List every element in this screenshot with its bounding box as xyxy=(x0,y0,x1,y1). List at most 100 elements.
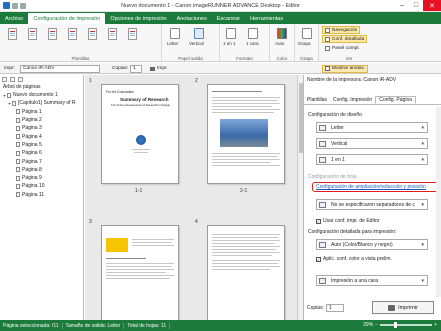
tree-page[interactable]: Página 6 xyxy=(0,149,83,157)
settings-tabs: Plantillas Config. Impresión Config. Pág… xyxy=(304,96,441,105)
tree-page-label: Página 2 xyxy=(22,117,42,124)
text-line xyxy=(212,240,280,241)
copias-input[interactable]: 1 xyxy=(130,64,142,73)
tab-config-pagina[interactable]: Config. Página xyxy=(375,96,417,104)
navegacion-button[interactable]: Navegación xyxy=(322,26,361,34)
tree-page[interactable]: Página 3 xyxy=(0,124,83,132)
page-thumbnail-4[interactable] xyxy=(207,225,285,320)
en1-label[interactable]: 1 en 1 xyxy=(223,41,236,46)
tab-plantillas[interactable]: Plantillas xyxy=(304,96,330,104)
orientation-icon[interactable] xyxy=(194,28,204,39)
add-chapter-icon[interactable] xyxy=(18,76,23,82)
expand-icon[interactable] xyxy=(2,76,7,82)
auto-label[interactable]: Auto xyxy=(275,41,284,46)
close-button[interactable]: ✕ xyxy=(423,0,441,11)
template-thumb-icon[interactable] xyxy=(8,28,17,40)
impr-button[interactable]: Impr. xyxy=(148,65,170,73)
tree-chapter[interactable]: ▾ [Capítulo1] Summary of R xyxy=(0,99,83,107)
tree-root[interactable]: ▾ Nuevo documento 1 xyxy=(0,91,83,99)
vertical-label[interactable]: Vertical xyxy=(189,41,204,46)
orientation-icon xyxy=(319,141,326,147)
page-thumbnail-3[interactable] xyxy=(101,225,179,320)
text-line xyxy=(212,255,272,256)
staple-icon[interactable] xyxy=(302,28,312,39)
paper-icon[interactable] xyxy=(170,28,180,39)
tab-config-impresion[interactable]: Config. Impresión xyxy=(330,96,375,104)
preview-area[interactable]: 1 2 For Art Corporation Summary of Resea… xyxy=(85,75,303,320)
maximize-button[interactable]: □ xyxy=(409,0,423,11)
printer-select[interactable]: Canon iR-ADV xyxy=(20,64,100,73)
print-toolbar: Impr: Canon iR-ADV Copias: 1 Impr. Mostr… xyxy=(0,63,441,74)
menu-tab-opciones[interactable]: Opciones de impresión xyxy=(105,13,171,24)
template-thumb-icon[interactable] xyxy=(88,28,97,40)
zoom-out-icon[interactable]: − xyxy=(375,322,378,328)
checkbox-icon: ✓ xyxy=(316,256,321,262)
print-button[interactable]: Imprimir xyxy=(372,301,434,314)
text-line xyxy=(212,153,280,154)
zoom-slider[interactable] xyxy=(380,322,433,328)
copias-input[interactable]: 1 xyxy=(325,304,344,312)
user-conf-checkbox[interactable]: ✓ Usar conf. impr. de Editor xyxy=(316,218,379,224)
color-icon xyxy=(319,242,326,248)
conf-detallada-button[interactable]: Conf. detallada xyxy=(322,35,368,43)
page-thumbnail-2[interactable] xyxy=(207,84,285,184)
page-icon xyxy=(16,192,20,198)
tree-root-label: Nuevo documento 1 xyxy=(13,92,58,99)
color-mode-select[interactable]: Auto (Color/Blanco y negro) ▾ xyxy=(316,239,428,250)
zoom-in-icon[interactable]: + xyxy=(434,322,437,328)
printer-name[interactable]: Nombre de la impresora: Canon iR-ADV xyxy=(307,77,396,83)
duplex-select[interactable]: Impresión a una cara ▾ xyxy=(316,275,428,286)
orientation-select[interactable]: Vertical ▾ xyxy=(316,138,428,149)
tree-page[interactable]: Página 1 xyxy=(0,108,83,116)
menu-tab-anotaciones[interactable]: Anotaciones xyxy=(172,13,212,24)
tree-page[interactable]: Página 8 xyxy=(0,166,83,174)
tree-page[interactable]: Página 11 xyxy=(0,191,83,199)
layout-select[interactable]: 1 en 1 ▾ xyxy=(316,154,428,165)
save-icon[interactable] xyxy=(12,2,18,9)
grapa-label[interactable]: Grapa xyxy=(298,41,311,46)
mostrar-anotaciones-button[interactable]: Mostrar anotac. xyxy=(322,64,369,73)
settings-pane: Nombre de la impresora: Canon iR-ADV Pla… xyxy=(303,75,441,320)
zoom-slider-knob[interactable] xyxy=(394,322,398,328)
text-line xyxy=(212,106,272,107)
template-thumb-icon[interactable] xyxy=(108,28,117,40)
minimize-button[interactable]: – xyxy=(395,0,409,11)
color-icon[interactable] xyxy=(277,28,287,39)
menu-tab-escanear[interactable]: Escanear xyxy=(212,13,245,24)
printer-icon xyxy=(388,304,396,311)
layout-icon[interactable] xyxy=(226,28,236,39)
paper-select[interactable]: Letter ▾ xyxy=(316,122,428,133)
text-line xyxy=(106,275,174,276)
panel-compl-button[interactable]: Panel compl. xyxy=(322,44,363,52)
duplex-icon[interactable] xyxy=(248,28,258,39)
template-thumb-icon[interactable] xyxy=(68,28,77,40)
text-line xyxy=(106,258,146,259)
impr-label: Impr: xyxy=(4,66,15,71)
menu-tab-herramientas[interactable]: Herramientas xyxy=(245,13,288,24)
tree-page[interactable]: Página 5 xyxy=(0,141,83,149)
status-size: Tamaño de salida: Letter xyxy=(63,322,125,329)
text-line xyxy=(212,234,280,235)
tree-page[interactable]: Página 9 xyxy=(0,174,83,182)
menu-tab-archivo[interactable]: Archivo xyxy=(0,13,28,24)
group-label: Formato xyxy=(236,56,253,61)
tree-page[interactable]: Página 7 xyxy=(0,157,83,165)
tree-page[interactable]: Página 2 xyxy=(0,116,83,124)
tree-page[interactable]: Página 10 xyxy=(0,182,83,190)
text-line xyxy=(106,278,170,279)
panel-icon xyxy=(325,27,330,33)
page-icon xyxy=(16,150,20,156)
menu-tab-config-impresion[interactable]: Configuración de impresión xyxy=(28,13,106,24)
aplic-checkbox[interactable]: ✓ Aplic. conf. color a vista prelim. xyxy=(316,256,392,262)
letter-label[interactable]: Letter xyxy=(167,41,179,46)
collapse-icon[interactable] xyxy=(10,76,15,82)
template-thumb-icon[interactable] xyxy=(128,28,137,40)
template-thumb-icon[interactable] xyxy=(28,28,37,40)
page-thumbnail-1[interactable]: For Art Corporation Summary of Research … xyxy=(101,84,179,184)
tree-page[interactable]: Página 4 xyxy=(0,132,83,140)
caras-label[interactable]: 1 cara xyxy=(246,41,259,46)
chevron-down-icon: ▾ xyxy=(421,125,424,131)
settings-scrollbar[interactable] xyxy=(436,107,441,297)
separator-select[interactable]: No se especificaron separadores de c ▾ xyxy=(316,199,428,210)
template-thumb-icon[interactable] xyxy=(48,28,57,40)
